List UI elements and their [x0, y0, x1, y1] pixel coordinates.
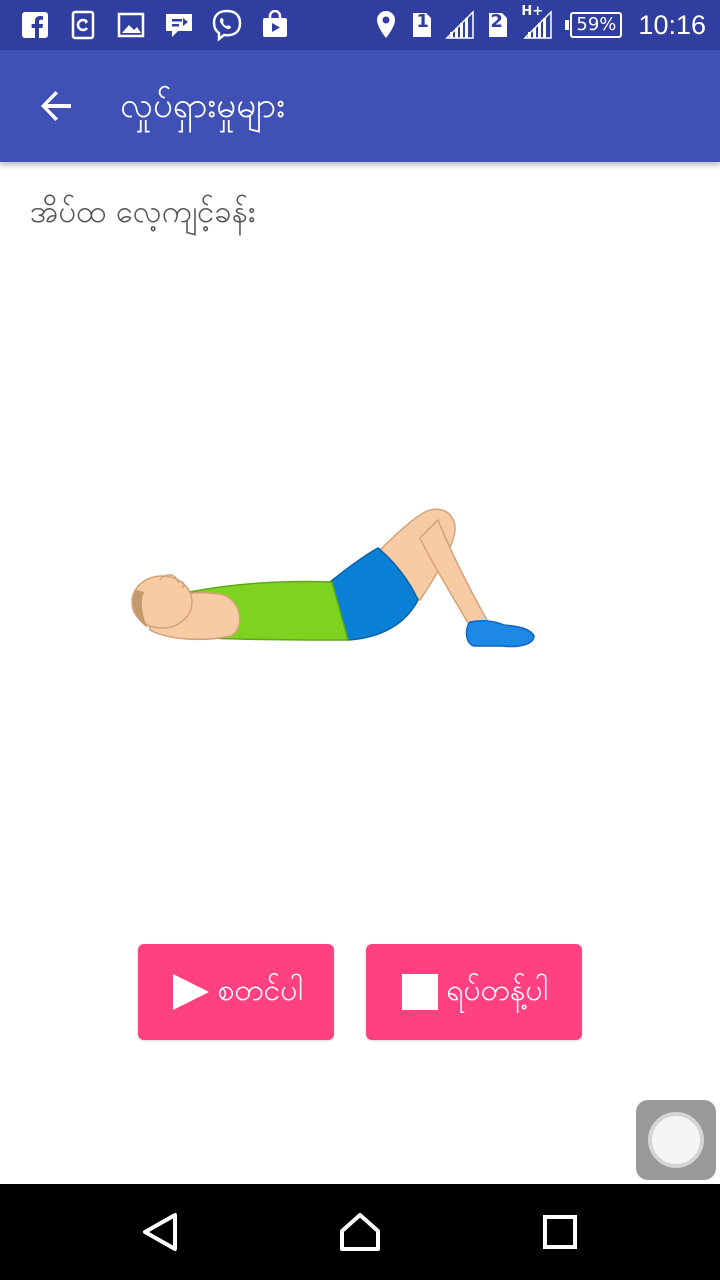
navigation-bar [0, 1184, 720, 1280]
facebook-icon [18, 8, 52, 42]
network-type-label: H+ [521, 4, 544, 19]
battery-level: 59% [570, 12, 623, 38]
location-icon [373, 8, 399, 42]
notification-icons [18, 8, 292, 42]
battery-icon: 59% [565, 12, 623, 38]
signal-icon [445, 8, 475, 42]
stop-icon [400, 972, 440, 1012]
gallery-icon [114, 8, 148, 42]
sim1-label: 1 [416, 11, 429, 32]
signal-icon: H+ [521, 4, 555, 42]
back-button[interactable] [30, 80, 82, 132]
nav-home-button[interactable] [332, 1204, 388, 1260]
status-bar: 1 2 H+ 59% 10:16 [0, 0, 720, 50]
recents-icon [543, 1215, 577, 1249]
start-button-label: စတင်ပါ [217, 972, 303, 1008]
sim2-icon: 2 [485, 8, 511, 42]
nav-recents-button[interactable] [532, 1204, 588, 1260]
clock: 10:16 [638, 9, 706, 40]
stop-button[interactable]: ရပ်တန့်ပါ [366, 944, 582, 1040]
shoe [465, 620, 535, 648]
exercise-illustration [131, 508, 535, 648]
refresh-icon [66, 8, 100, 42]
exercise-title: အိပ်ထ လေ့ကျင့်ခန်း [30, 194, 256, 230]
nav-back-button[interactable] [132, 1204, 188, 1260]
page-title: လှုပ်ရှားမှုများ [120, 86, 285, 126]
start-button[interactable]: စတင်ပါ [138, 944, 334, 1040]
viber-icon [210, 8, 244, 42]
assistive-touch-button[interactable] [636, 1100, 716, 1180]
sim2-label: 2 [490, 11, 503, 32]
arrow-left-icon [41, 91, 71, 121]
back-triangle-icon [143, 1213, 177, 1251]
message-icon [162, 8, 196, 42]
home-icon [340, 1213, 380, 1251]
sim1-icon: 1 [409, 8, 435, 42]
store-icon [258, 8, 292, 42]
play-icon [169, 971, 211, 1013]
battery-tip [565, 20, 570, 30]
system-status-icons: 1 2 H+ 59% 10:16 [373, 4, 706, 44]
assistive-touch-ring [648, 1112, 704, 1168]
stop-button-label: ရပ်တန့်ပါ [446, 972, 548, 1008]
app-bar: လှုပ်ရှားမှုများ [0, 50, 720, 162]
